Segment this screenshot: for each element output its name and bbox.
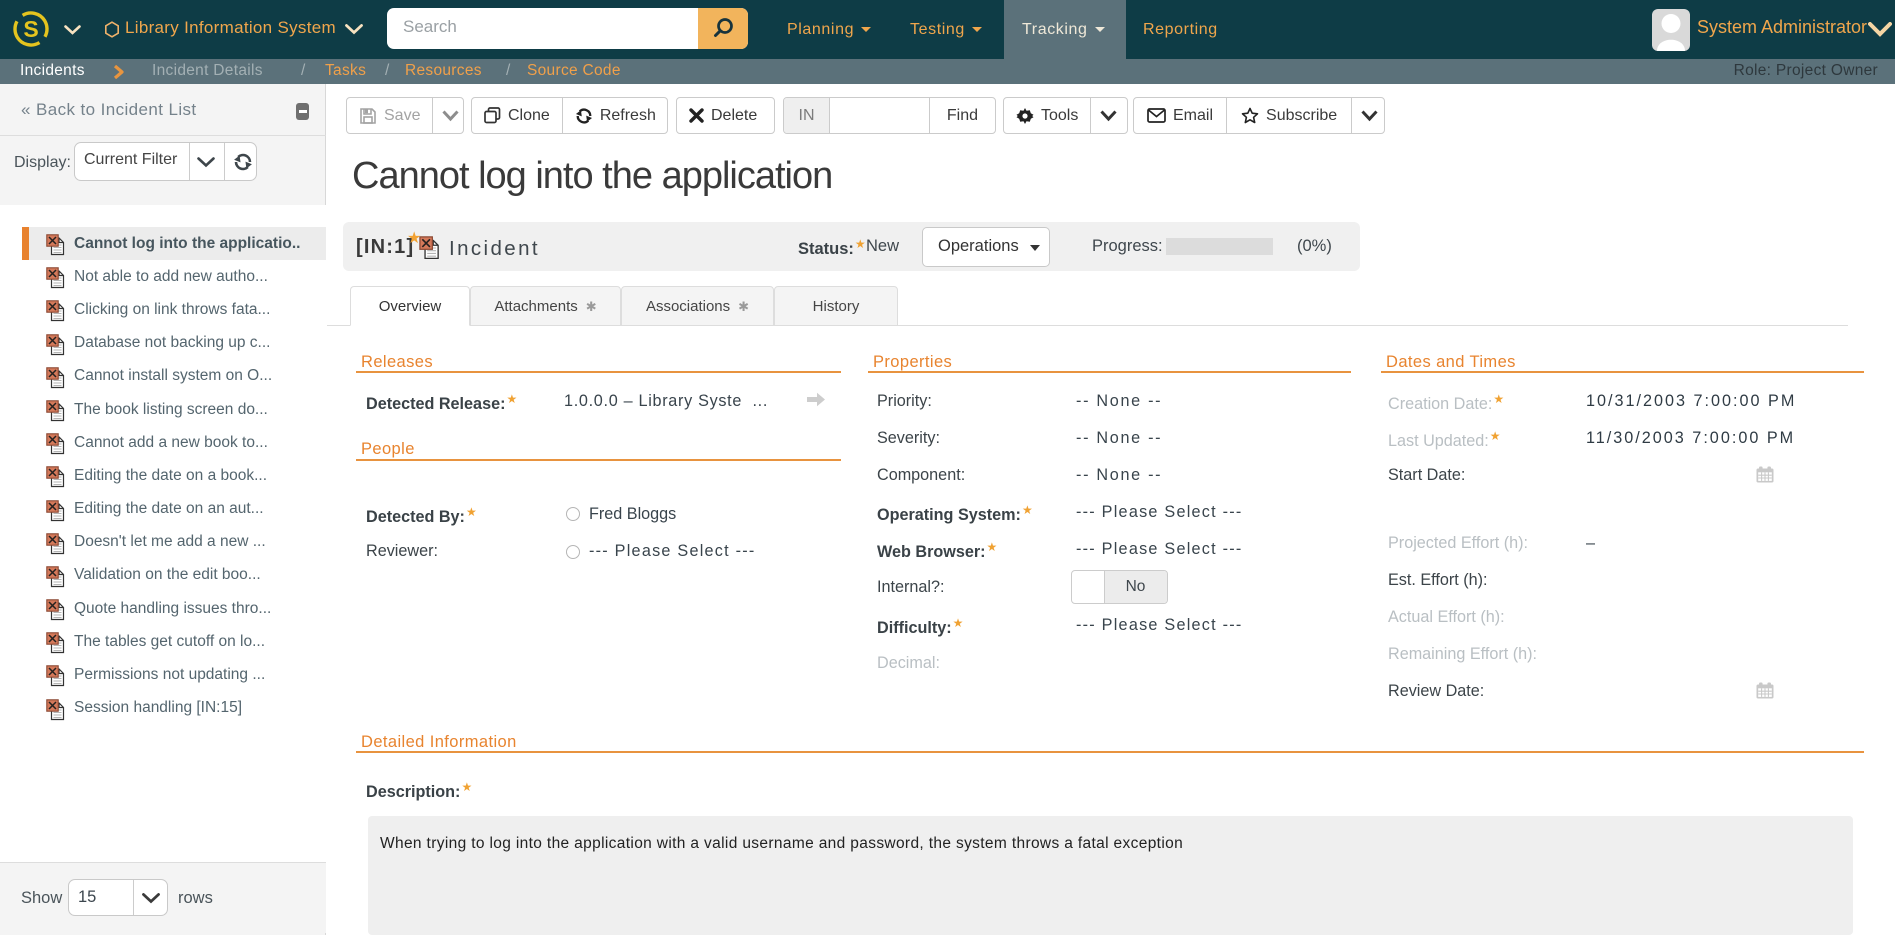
svg-text:S: S [23, 16, 38, 42]
